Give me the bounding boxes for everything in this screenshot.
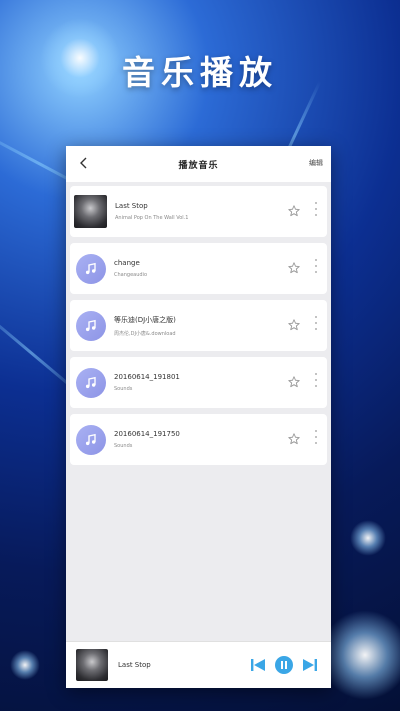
song-item[interactable]: 等乐迪(DJ小唐之版) 周杰伦,DJ小唐&.download — [70, 300, 327, 351]
banner-title: 音乐播放 — [122, 53, 278, 92]
star-icon[interactable] — [287, 432, 301, 446]
next-button[interactable] — [303, 659, 317, 671]
star-icon[interactable] — [287, 261, 301, 275]
music-note-icon — [76, 424, 106, 455]
skip-previous-icon — [251, 659, 265, 671]
music-note-icon — [76, 310, 106, 341]
music-note-icon — [76, 367, 106, 398]
star-icon[interactable] — [287, 318, 301, 332]
back-button[interactable] — [74, 154, 92, 172]
more-options-icon[interactable] — [314, 259, 318, 273]
more-options-icon[interactable] — [314, 373, 318, 387]
star-icon[interactable] — [287, 375, 301, 389]
more-options-icon[interactable] — [314, 430, 318, 444]
back-arrow-icon — [80, 157, 87, 169]
song-item[interactable]: change Changeaudio — [70, 243, 327, 294]
page-title: 播放音乐 — [178, 160, 219, 171]
song-item[interactable]: 20160614_191801 Sounds — [70, 357, 327, 408]
pause-icon — [275, 656, 293, 674]
play-pause-button[interactable] — [275, 656, 293, 674]
light-glow — [350, 520, 386, 556]
light-glow — [320, 610, 400, 700]
album-art — [74, 195, 107, 228]
phone-screen: 播放音乐 编辑 Last Stop Animal Pop On The Wall… — [66, 146, 331, 688]
more-options-icon[interactable] — [314, 202, 318, 216]
edit-button[interactable]: 编辑 — [309, 158, 323, 168]
more-options-icon[interactable] — [314, 316, 318, 330]
song-list: Last Stop Animal Pop On The Wall Vol.1 c… — [66, 182, 331, 465]
previous-button[interactable] — [251, 659, 265, 671]
music-note-icon — [76, 253, 106, 284]
top-bar: 播放音乐 编辑 — [66, 146, 331, 182]
mini-player[interactable]: Last Stop — [66, 641, 331, 688]
now-playing-title: Last Stop — [118, 661, 151, 669]
album-art — [76, 649, 108, 681]
star-icon[interactable] — [287, 204, 301, 218]
song-item[interactable]: 20160614_191750 Sounds — [70, 414, 327, 465]
song-item[interactable]: Last Stop Animal Pop On The Wall Vol.1 — [70, 186, 327, 237]
skip-next-icon — [303, 659, 317, 671]
light-glow — [10, 650, 40, 680]
